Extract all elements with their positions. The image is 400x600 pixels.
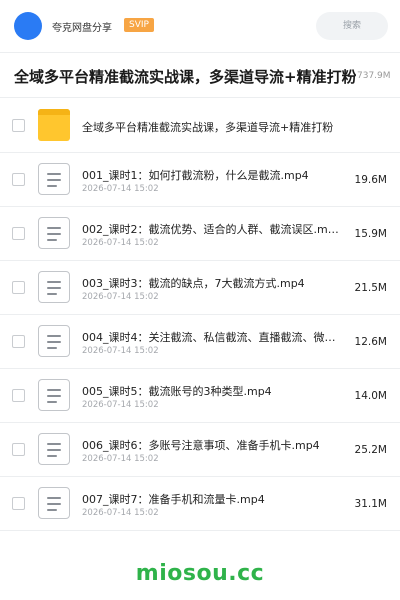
file-date: 2026-07-14 15:02 (82, 346, 159, 356)
file-size: 31.1M (354, 498, 387, 510)
file-icon (38, 487, 70, 519)
avatar[interactable] (14, 12, 42, 40)
file-date: 2026-07-14 15:02 (82, 238, 159, 248)
file-name: 002_课时2：截流优势、适合的人群、截流误区.m… (82, 223, 339, 236)
share-title: 全域多平台精准截流实战课，多渠道导流+精准打粉 (14, 68, 356, 86)
file-row[interactable]: 005_课时5：截流账号的3种类型.mp4 2026-07-14 15:02 14.… (0, 369, 400, 423)
file-date: 2026-07-14 15:02 (82, 292, 159, 302)
file-name: 004_课时4：关注截流、私信截流、直播截流、微信… (82, 331, 344, 344)
file-size: 14.0M (354, 390, 387, 402)
file-icon (38, 271, 70, 303)
file-size: 25.2M (354, 444, 387, 456)
file-row[interactable]: 003_课时3：截流的缺点，7大截流方式.mp4 2026-07-14 15:02… (0, 261, 400, 315)
file-name: 全域多平台精准截流实战课，多渠道导流+精准打粉 (82, 121, 334, 134)
file-date: 2026-07-14 15:02 (82, 400, 159, 410)
file-icon (38, 217, 70, 249)
file-name: 001_课时1：如何打截流粉，什么是截流.mp4 (82, 169, 309, 182)
row-checkbox[interactable] (12, 173, 25, 186)
file-size: 19.6M (354, 174, 387, 186)
file-date: 2026-07-14 15:02 (82, 508, 159, 518)
top-bar: 夸克网盘分享 SVIP 搜索 (0, 0, 400, 52)
row-checkbox[interactable] (12, 281, 25, 294)
folder-icon (38, 109, 70, 141)
file-row[interactable]: 004_课时4：关注截流、私信截流、直播截流、微信… 2026-07-14 15:… (0, 315, 400, 369)
file-name: 006_课时6：多账号注意事项、准备手机卡.mp4 (82, 439, 320, 452)
file-size: 21.5M (354, 282, 387, 294)
file-icon (38, 163, 70, 195)
row-checkbox[interactable] (12, 497, 25, 510)
brand-name: 夸克网盘分享 (52, 23, 112, 34)
file-row[interactable]: 001_课时1：如何打截流粉，什么是截流.mp4 2026-07-14 15:02… (0, 153, 400, 207)
file-icon (38, 379, 70, 411)
file-name: 003_课时3：截流的缺点，7大截流方式.mp4 (82, 277, 305, 290)
row-checkbox[interactable] (12, 389, 25, 402)
row-checkbox[interactable] (12, 227, 25, 240)
file-size: 12.6M (354, 336, 387, 348)
file-icon (38, 325, 70, 357)
file-size: 15.9M (354, 228, 387, 240)
svip-badge: SVIP (124, 18, 154, 32)
file-name: 007_课时7：准备手机和流量卡.mp4 (82, 493, 265, 506)
row-checkbox[interactable] (12, 335, 25, 348)
file-name: 005_课时5：截流账号的3种类型.mp4 (82, 385, 272, 398)
search-input[interactable]: 搜索 (316, 12, 388, 40)
file-date: 2026-07-14 15:02 (82, 454, 159, 464)
row-checkbox[interactable] (12, 119, 25, 132)
share-header: 全域多平台精准截流实战课，多渠道导流+精准打粉 737.9M (0, 52, 400, 98)
file-row[interactable]: 002_课时2：截流优势、适合的人群、截流误区.m… 2026-07-14 15:… (0, 207, 400, 261)
file-date: 2026-07-14 15:02 (82, 184, 159, 194)
file-row[interactable]: 全域多平台精准截流实战课，多渠道导流+精准打粉2026-07-14 15:02 (0, 99, 400, 153)
file-row[interactable]: 007_课时7：准备手机和流量卡.mp4 2026-07-14 15:02 31.1… (0, 477, 400, 531)
row-checkbox[interactable] (12, 443, 25, 456)
watermark: miosou.cc (135, 561, 265, 586)
file-icon (38, 433, 70, 465)
file-row[interactable]: 006_课时6：多账号注意事项、准备手机卡.mp4 2026-07-14 15:0… (0, 423, 400, 477)
share-total-size: 737.9M (357, 71, 391, 81)
